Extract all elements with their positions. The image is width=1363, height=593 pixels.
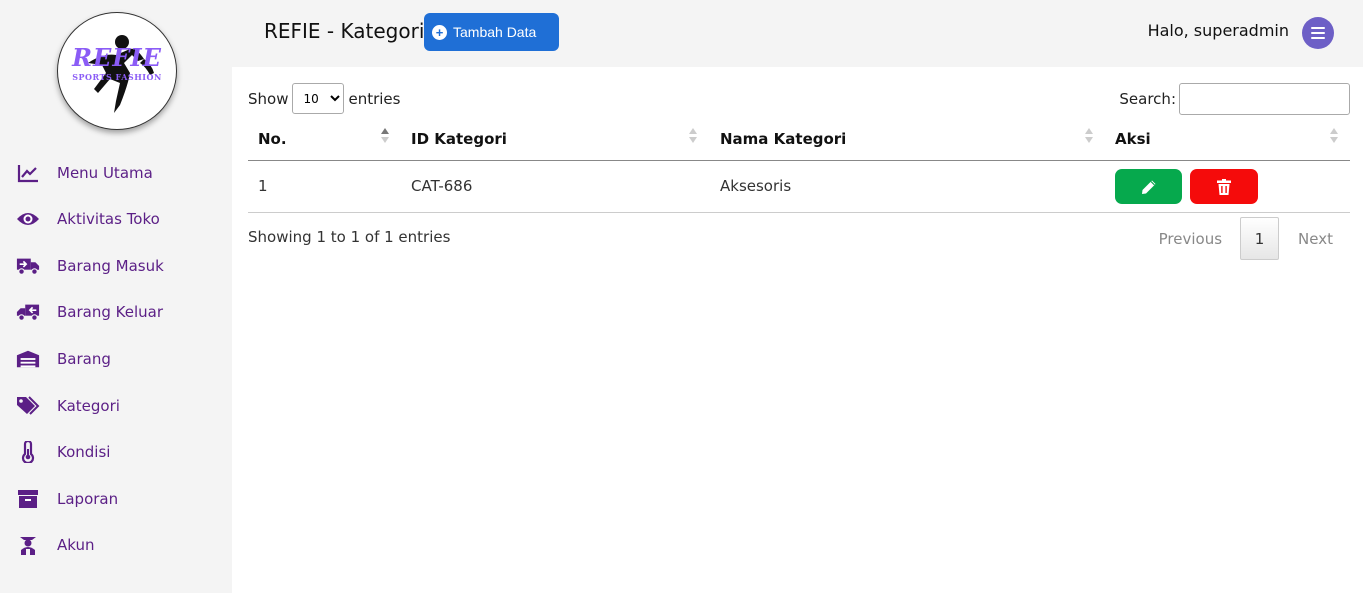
sidebar-item-aktivitas-toko[interactable]: Aktivitas Toko: [0, 200, 232, 238]
next-page-button[interactable]: Next: [1279, 230, 1350, 248]
pencil-icon: [1141, 180, 1155, 194]
hamburger-menu-icon[interactable]: [1302, 17, 1334, 49]
top-bar: REFIE - Kategori + Tambah Data Halo, sup…: [232, 0, 1363, 67]
sidebar-item-label: Menu Utama: [57, 164, 153, 182]
table-info: Showing 1 to 1 of 1 entries: [248, 228, 451, 246]
page-title: REFIE - Kategori: [264, 19, 425, 43]
archive-icon: [16, 487, 40, 511]
truck-out-icon: [16, 300, 40, 324]
user-greeting: Halo, superadmin: [1147, 21, 1289, 40]
search-input[interactable]: [1179, 83, 1350, 115]
sidebar-item-label: Aktivitas Toko: [57, 210, 160, 228]
plus-circle-icon: +: [432, 24, 447, 40]
cell-nama-kategori: Aksesoris: [720, 177, 792, 195]
user-group-icon: [16, 533, 40, 557]
tags-icon: [16, 394, 40, 418]
sidebar-item-label: Barang Keluar: [57, 303, 163, 321]
sidebar: REFIE SPORTS FASHION Menu Utama Aktivita…: [0, 0, 232, 593]
sidebar-item-label: Akun: [57, 536, 95, 554]
main-content: Show 10 entries Search: No. ID Kategori …: [232, 67, 1363, 593]
chart-line-icon: [16, 161, 40, 185]
add-data-label: Tambah Data: [453, 24, 537, 40]
column-header-no[interactable]: No.: [258, 130, 287, 148]
sort-ascending-icon[interactable]: [381, 128, 389, 146]
entries-label: entries: [348, 89, 401, 108]
add-data-button[interactable]: + Tambah Data: [424, 13, 559, 51]
thermometer-icon: [16, 440, 40, 464]
sidebar-item-label: Barang Masuk: [57, 257, 164, 275]
sidebar-item-akun[interactable]: Akun: [0, 526, 232, 564]
sidebar-item-barang[interactable]: Barang: [0, 340, 232, 378]
sidebar-item-menu-utama[interactable]: Menu Utama: [0, 154, 232, 192]
delete-button[interactable]: [1190, 169, 1258, 204]
search-control: Search:: [1119, 83, 1350, 115]
sidebar-item-laporan[interactable]: Laporan: [0, 480, 232, 518]
sidebar-item-barang-masuk[interactable]: Barang Masuk: [0, 247, 232, 285]
table-header: No. ID Kategori Nama Kategori Aksi: [248, 118, 1350, 161]
table-row: 1 CAT-686 Aksesoris: [248, 161, 1350, 213]
sort-icon[interactable]: [689, 128, 697, 146]
cell-id-kategori: CAT-686: [411, 177, 473, 195]
pagination: Previous 1 Next: [1141, 217, 1350, 260]
sort-icon[interactable]: [1085, 128, 1093, 146]
eye-icon: [16, 207, 40, 231]
logo-title: REFIE: [72, 43, 162, 72]
logo-subtitle: SPORTS FASHION: [72, 72, 162, 82]
sidebar-item-kondisi[interactable]: Kondisi: [0, 433, 232, 471]
page-length-control: Show 10 entries: [248, 83, 400, 114]
search-label: Search:: [1119, 90, 1176, 108]
truck-in-icon: [16, 254, 40, 278]
column-header-id-kategori[interactable]: ID Kategori: [411, 130, 507, 148]
previous-page-button[interactable]: Previous: [1141, 230, 1240, 248]
warehouse-icon: [16, 347, 40, 371]
sidebar-item-barang-keluar[interactable]: Barang Keluar: [0, 293, 232, 331]
page-number-button[interactable]: 1: [1240, 217, 1280, 260]
cell-no: 1: [258, 177, 268, 195]
trash-icon: [1217, 178, 1231, 195]
sidebar-item-label: Barang: [57, 350, 111, 368]
column-header-nama-kategori[interactable]: Nama Kategori: [720, 130, 846, 148]
show-label: Show: [248, 89, 289, 108]
sidebar-item-label: Kondisi: [57, 443, 111, 461]
sidebar-item-label: Laporan: [57, 490, 119, 508]
edit-button[interactable]: [1115, 169, 1182, 204]
sort-icon[interactable]: [1330, 128, 1338, 146]
sidebar-item-label: Kategori: [57, 397, 120, 415]
column-header-aksi[interactable]: Aksi: [1115, 130, 1151, 148]
sidebar-item-kategori[interactable]: Kategori: [0, 387, 232, 425]
page-length-select[interactable]: 10: [292, 83, 345, 114]
brand-logo: REFIE SPORTS FASHION: [57, 12, 177, 130]
category-table: No. ID Kategori Nama Kategori Aksi 1 CAT…: [248, 118, 1350, 213]
